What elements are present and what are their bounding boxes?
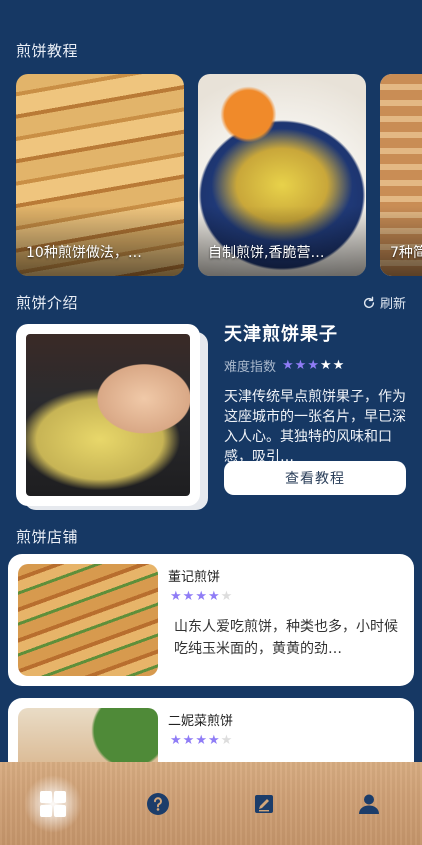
intro-section-title: 煎饼介绍 (16, 294, 79, 312)
star-empty-icon: ★ (332, 358, 345, 373)
shop-image (18, 564, 158, 676)
refresh-icon (363, 296, 375, 308)
shop-description: 山东人爱吃煎饼，种类也多，小时候吃纯玉米面的，黄黄的劲… (174, 619, 398, 657)
star-filled-icon: ★ (307, 358, 319, 373)
help-icon (147, 792, 170, 815)
star-filled-icon: ★ (294, 358, 307, 373)
star-filled-icon: ★ (182, 733, 195, 748)
tab-edit[interactable] (234, 774, 294, 834)
refresh-button[interactable]: 刷新 (362, 293, 406, 312)
intro-description: 天津传统早点煎饼果子，作为这座城市的一张名片，早已深入人心。其独特的风味和口感，… (224, 389, 406, 465)
tab-profile[interactable] (339, 774, 399, 834)
tab-help[interactable] (128, 774, 188, 834)
tab-home[interactable] (22, 773, 83, 834)
intro-name: 天津煎饼果子 (224, 324, 338, 345)
star-filled-icon: ★ (195, 589, 207, 604)
tutorial-card[interactable]: 自制煎饼,香脆营… (198, 74, 366, 276)
star-empty-icon: ★ (220, 589, 233, 604)
difficulty-stars: ★ ★ ★ ★ ★ (282, 359, 344, 372)
star-filled-icon: ★ (195, 733, 207, 748)
shop-name: 董记煎饼 (168, 570, 221, 585)
star-filled-icon: ★ (207, 589, 220, 604)
edit-icon (254, 794, 273, 813)
intro-photo-card[interactable] (16, 324, 208, 510)
grid-icon (39, 790, 66, 817)
bottom-tab-bar (0, 762, 422, 845)
tutorial-caption: 10种煎饼做法，… (26, 245, 142, 261)
shop-name: 二妮菜煎饼 (168, 714, 234, 729)
shops-section-title: 煎饼店铺 (16, 528, 79, 546)
intro-photo (26, 334, 190, 496)
difficulty-row: 难度指数 ★ ★ ★ ★ ★ (224, 356, 408, 375)
tutorials-carousel[interactable]: 10种煎饼做法，… 自制煎饼,香脆营… 7种简 (16, 74, 422, 276)
tutorial-card[interactable]: 7种简 (380, 74, 422, 276)
tutorial-caption: 自制煎饼,香脆营… (208, 245, 325, 261)
refresh-label: 刷新 (379, 297, 406, 312)
shop-rating-stars: ★ ★ ★ ★ ★ (170, 734, 232, 747)
star-empty-icon: ★ (319, 358, 332, 373)
shop-card[interactable]: 董记煎饼 ★ ★ ★ ★ ★ 山东人爱吃煎饼，种类也多，小时候吃纯玉米面的，黄黄的劲… (8, 554, 414, 686)
shop-rating-stars: ★ ★ ★ ★ ★ (170, 590, 232, 603)
tutorials-section-title: 煎饼教程 (16, 42, 79, 60)
tutorial-card[interactable]: 10种煎饼做法，… (16, 74, 184, 276)
star-filled-icon: ★ (170, 733, 182, 748)
star-empty-icon: ★ (220, 733, 233, 748)
intro-info: 天津煎饼果子 难度指数 ★ ★ ★ ★ ★ 天津传统早点煎饼果子，作为这座城市的一张名片… (224, 320, 408, 467)
star-filled-icon: ★ (282, 358, 294, 373)
difficulty-label: 难度指数 (224, 360, 277, 375)
tutorial-caption: 7种简 (390, 245, 422, 261)
user-icon (359, 794, 380, 814)
star-filled-icon: ★ (182, 589, 195, 604)
star-filled-icon: ★ (207, 733, 220, 748)
view-tutorial-button[interactable]: 查看教程 (224, 461, 406, 495)
star-filled-icon: ★ (170, 589, 182, 604)
